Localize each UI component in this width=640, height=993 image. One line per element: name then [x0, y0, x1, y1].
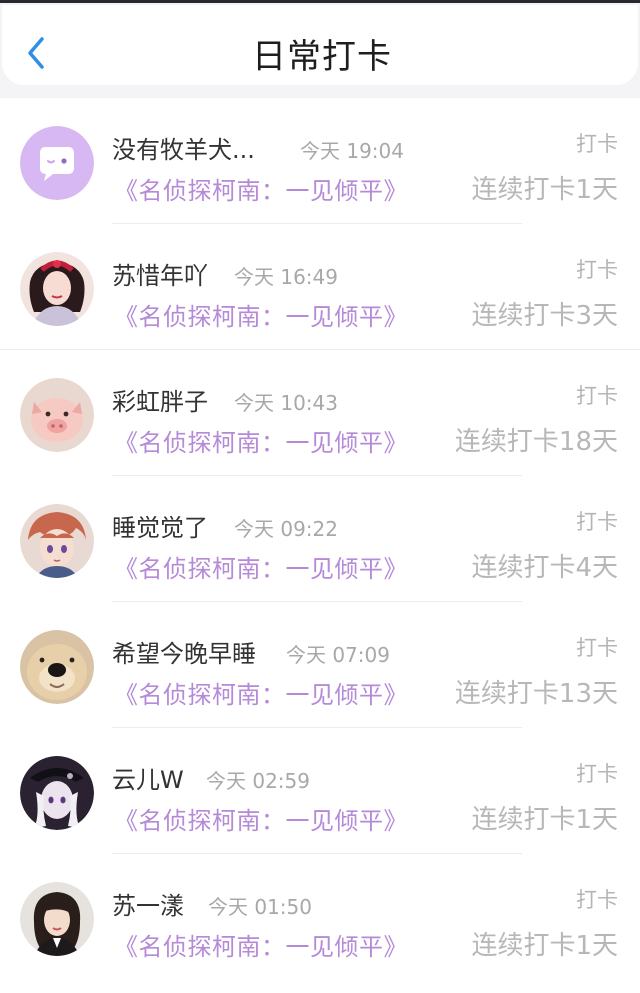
header: 日常打卡 [2, 5, 638, 85]
checkin-subject[interactable]: 《名侦探柯南：一见倾平》 [114, 423, 408, 458]
avatar[interactable] [20, 252, 94, 326]
checkin-time: 今天 09:22 [234, 517, 338, 541]
checkin-subject[interactable]: 《名侦探柯南：一见倾平》 [114, 171, 408, 206]
list-item[interactable]: 苏一漾 今天 01:50 打卡 《名侦探柯南：一见倾平》 连续打卡1天 [0, 854, 640, 980]
user-name: 希望今晚早睡 [112, 640, 256, 668]
streak-count: 连续打卡3天 [471, 301, 618, 331]
list-item[interactable]: 苏惜年吖 今天 16:49 打卡 《名侦探柯南：一见倾平》 连续打卡3天 [0, 224, 640, 350]
list-item[interactable]: 希望今晚早睡 今天 07:09 打卡 《名侦探柯南：一见倾平》 连续打卡13天 [0, 602, 640, 728]
checkin-time: 今天 16:49 [234, 265, 338, 289]
checkin-tag: 打卡 [576, 762, 618, 786]
user-name: 睡觉觉了 [112, 514, 208, 542]
checkin-time: 今天 10:43 [234, 391, 338, 415]
user-name: 云儿W [112, 766, 184, 794]
pig-avatar-icon [20, 378, 94, 452]
checkin-time: 今天 02:59 [206, 769, 310, 793]
streak-count: 连续打卡1天 [471, 175, 618, 205]
streak-count: 连续打卡13天 [454, 679, 618, 709]
checkin-subject[interactable]: 《名侦探柯南：一见倾平》 [114, 927, 408, 962]
anime-avatar-icon [20, 504, 94, 578]
avatar[interactable] [20, 378, 94, 452]
checkin-tag: 打卡 [576, 510, 618, 534]
checkin-tag: 打卡 [576, 258, 618, 282]
list-item[interactable]: 没有牧羊犬... 今天 19:04 打卡 《名侦探柯南：一见倾平》 连续打卡1天 [0, 98, 640, 224]
streak-count: 连续打卡18天 [454, 427, 618, 457]
status-line [0, 0, 640, 3]
checkin-subject[interactable]: 《名侦探柯南：一见倾平》 [114, 801, 408, 836]
user-name: 没有牧羊犬... [112, 136, 255, 164]
checkin-time: 今天 01:50 [208, 895, 312, 919]
checkin-tag: 打卡 [576, 132, 618, 156]
dog-avatar-icon [20, 630, 94, 704]
checkin-subject[interactable]: 《名侦探柯南：一见倾平》 [114, 297, 408, 332]
avatar[interactable] [20, 630, 94, 704]
user-name: 苏惜年吖 [112, 262, 208, 290]
avatar[interactable] [20, 882, 94, 956]
user-name: 苏一漾 [112, 892, 184, 920]
checkin-subject[interactable]: 《名侦探柯南：一见倾平》 [114, 675, 408, 710]
list-item[interactable]: 睡觉觉了 今天 09:22 打卡 《名侦探柯南：一见倾平》 连续打卡4天 [0, 476, 640, 602]
streak-count: 连续打卡1天 [471, 931, 618, 961]
user-photo-avatar-icon [20, 882, 94, 956]
checkin-tag: 打卡 [576, 384, 618, 408]
avatar[interactable] [20, 504, 94, 578]
checkin-subject[interactable]: 《名侦探柯南：一见倾平》 [114, 549, 408, 584]
checkin-time: 今天 07:09 [286, 643, 390, 667]
checkin-list: 没有牧羊犬... 今天 19:04 打卡 《名侦探柯南：一见倾平》 连续打卡1天… [0, 98, 640, 993]
anime-dark-avatar-icon [20, 756, 94, 830]
streak-count: 连续打卡4天 [471, 553, 618, 583]
list-item[interactable]: 彩虹胖子 今天 10:43 打卡 《名侦探柯南：一见倾平》 连续打卡18天 [0, 350, 640, 476]
checkin-tag: 打卡 [576, 636, 618, 660]
streak-count: 连续打卡1天 [471, 805, 618, 835]
page-title: 日常打卡 [252, 37, 392, 77]
checkin-tag: 打卡 [576, 888, 618, 912]
list-item[interactable]: 云儿W 今天 02:59 打卡 《名侦探柯南：一见倾平》 连续打卡1天 [0, 728, 640, 854]
chat-bubble-avatar-icon [20, 126, 94, 200]
checkin-time: 今天 19:04 [300, 139, 404, 163]
avatar[interactable] [20, 756, 94, 830]
avatar[interactable] [20, 126, 94, 200]
top-bar: 日常打卡 [0, 0, 640, 98]
user-name: 彩虹胖子 [112, 388, 208, 416]
user-photo-avatar-icon [20, 252, 94, 326]
